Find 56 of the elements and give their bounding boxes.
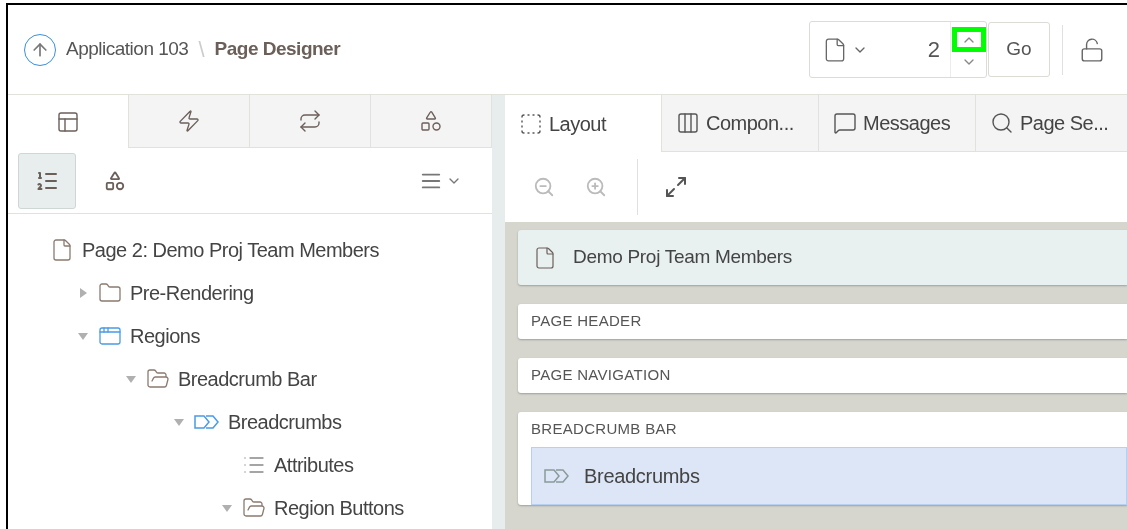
folder-icon xyxy=(98,280,122,305)
dashed-square-icon xyxy=(519,111,543,136)
page-icon xyxy=(50,237,74,262)
columns-icon xyxy=(676,111,700,135)
tree-node-label[interactable]: Attributes xyxy=(274,449,354,480)
folder-icon xyxy=(146,366,170,391)
lightning-icon xyxy=(177,109,201,134)
increment-button[interactable] xyxy=(951,27,986,52)
collapse-toggle-icon[interactable] xyxy=(78,330,88,341)
application-link[interactable]: Application 103 xyxy=(66,35,189,64)
expand-icon[interactable] xyxy=(664,175,688,199)
designer-tab[interactable]: Page Se... xyxy=(976,95,1127,151)
region-section[interactable]: PAGE HEADER xyxy=(518,304,1127,339)
page-icon xyxy=(533,245,557,270)
shapes-icon xyxy=(104,169,126,192)
panel-tab[interactable] xyxy=(371,95,492,148)
panel-tab[interactable] xyxy=(8,95,129,149)
breadcrumb-separator: \ xyxy=(198,36,205,64)
page-title: Page Designer xyxy=(214,37,341,62)
collapse-toggle-icon[interactable] xyxy=(222,502,232,513)
layout-icon xyxy=(56,109,80,134)
collapse-toggle-icon[interactable] xyxy=(174,416,184,427)
go-button[interactable]: Go xyxy=(988,22,1050,77)
zoom-in-icon[interactable] xyxy=(585,176,607,198)
region-section[interactable]: BREADCRUMB BAR Breadcrumbs xyxy=(518,412,1127,505)
unlock-icon[interactable] xyxy=(1079,36,1105,63)
tree-node-label[interactable]: Region Buttons xyxy=(274,492,404,523)
numbered-list-button[interactable] xyxy=(18,152,76,209)
tree-node-label[interactable]: Breadcrumbs xyxy=(228,406,342,437)
collapse-toggle-icon[interactable] xyxy=(126,373,136,384)
speech-bubble-icon xyxy=(833,111,857,135)
expand-toggle-icon[interactable] xyxy=(78,287,88,298)
zoom-out-icon[interactable] xyxy=(533,176,555,198)
region-section[interactable]: PAGE NAVIGATION xyxy=(518,358,1127,393)
section-label: PAGE HEADER xyxy=(531,311,642,332)
page-selector[interactable]: 2 xyxy=(809,21,987,78)
swap-arrows-icon xyxy=(298,109,322,134)
tree-node-label[interactable]: Pre-Rendering xyxy=(130,277,254,308)
section-label: PAGE NAVIGATION xyxy=(531,365,671,386)
breadcrumb-icon xyxy=(194,414,220,429)
tree-node-label[interactable]: Breadcrumb Bar xyxy=(178,363,317,394)
tree-node-label[interactable]: Page 2: Demo Proj Team Members xyxy=(82,234,379,265)
page-number-field[interactable]: 2 xyxy=(890,22,950,77)
folder-icon xyxy=(242,495,266,520)
breadcrumb-icon xyxy=(544,469,570,483)
designer-tab[interactable]: Messages xyxy=(819,95,976,151)
tree-node-label[interactable]: Regions xyxy=(130,320,200,351)
shapes-icon xyxy=(419,109,443,134)
page-card-title: Demo Proj Team Members xyxy=(573,245,792,270)
search-icon xyxy=(990,111,1014,135)
region-item[interactable]: Breadcrumbs xyxy=(531,447,1127,505)
designer-tab[interactable]: Layout xyxy=(505,95,662,152)
region-item-label: Breadcrumbs xyxy=(584,464,700,489)
section-label: BREADCRUMB BAR xyxy=(531,419,677,440)
panel-tab[interactable] xyxy=(250,95,371,148)
designer-tab[interactable]: Compon... xyxy=(662,95,819,151)
